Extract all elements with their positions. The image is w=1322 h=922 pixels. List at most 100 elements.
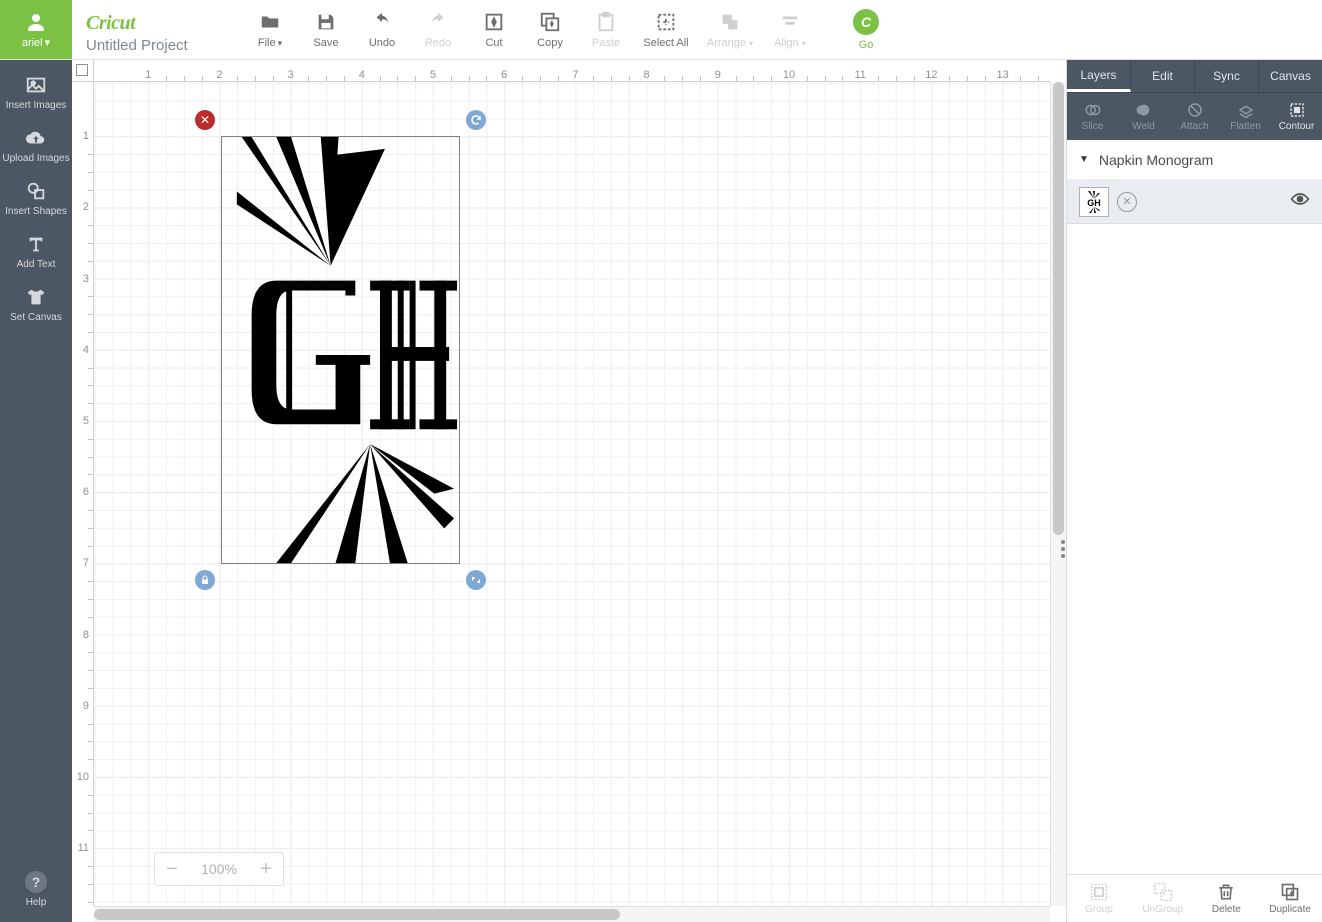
brand-logo: Cricut bbox=[86, 12, 228, 35]
scrollbar-thumb[interactable] bbox=[1053, 82, 1064, 535]
contour-button[interactable]: Contour bbox=[1271, 93, 1322, 140]
upload-images-button[interactable]: Upload Images bbox=[0, 119, 72, 172]
tab-layers[interactable]: Layers bbox=[1067, 60, 1131, 92]
brand-area: Cricut Untitled Project bbox=[72, 0, 242, 59]
layer-row[interactable]: GH ✕ bbox=[1067, 180, 1322, 224]
caret-down-icon: ▾ bbox=[749, 39, 753, 48]
ungroup-button[interactable]: UnGroup bbox=[1131, 875, 1195, 922]
zoom-control: − 100% + bbox=[154, 852, 284, 886]
attach-button[interactable]: Attach bbox=[1169, 93, 1220, 140]
redo-icon bbox=[427, 11, 449, 33]
scale-handle[interactable] bbox=[466, 570, 486, 590]
selection-bounds[interactable]: ✕ bbox=[221, 136, 460, 564]
delete-handle[interactable]: ✕ bbox=[195, 110, 215, 130]
contour-icon bbox=[1288, 101, 1306, 119]
weld-icon bbox=[1135, 101, 1153, 119]
group-icon bbox=[1089, 882, 1109, 902]
group-button[interactable]: Group bbox=[1067, 875, 1131, 922]
layer-group-name: Napkin Monogram bbox=[1099, 152, 1213, 168]
arrange-button[interactable]: Arrange ▾ bbox=[698, 0, 762, 60]
go-button[interactable]: C Go bbox=[838, 0, 894, 60]
rotate-icon bbox=[470, 114, 482, 126]
shapes-icon bbox=[25, 180, 47, 202]
help-button[interactable]: ? Help bbox=[0, 863, 72, 916]
flatten-button[interactable]: Flatten bbox=[1220, 93, 1271, 140]
undo-button[interactable]: Undo bbox=[354, 0, 410, 60]
work-area: 12345678910111213 123456789101112 bbox=[72, 60, 1066, 922]
file-button[interactable]: File▾ bbox=[242, 0, 298, 60]
layer-visibility-toggle[interactable] bbox=[1290, 192, 1310, 211]
insert-shapes-button[interactable]: Insert Shapes bbox=[0, 172, 72, 225]
panel-bottom-tools: Group UnGroup Delete Duplicate bbox=[1067, 874, 1322, 922]
user-menu[interactable]: ariel▾ bbox=[0, 0, 72, 59]
eye-icon bbox=[1290, 192, 1310, 206]
select-all-button[interactable]: Select All bbox=[634, 0, 698, 60]
monogram-artwork[interactable] bbox=[222, 137, 459, 563]
lock-icon bbox=[199, 574, 211, 586]
user-name-label: ariel bbox=[22, 37, 43, 49]
vertical-scrollbar[interactable] bbox=[1050, 82, 1066, 906]
project-title[interactable]: Untitled Project bbox=[86, 37, 228, 54]
caret-down-icon: ▼ bbox=[1079, 154, 1089, 165]
scrollbar-thumb[interactable] bbox=[94, 909, 620, 920]
paste-icon bbox=[595, 11, 617, 33]
weld-button[interactable]: Weld bbox=[1118, 93, 1169, 140]
rotate-handle[interactable] bbox=[466, 110, 486, 130]
ungroup-icon bbox=[1153, 882, 1173, 902]
zoom-value: 100% bbox=[201, 861, 237, 877]
align-button[interactable]: Align ▾ bbox=[762, 0, 818, 60]
delete-button[interactable]: Delete bbox=[1195, 875, 1259, 922]
cut-button[interactable]: Cut bbox=[466, 0, 522, 60]
left-sidebar: Insert Images Upload Images Insert Shape… bbox=[0, 60, 72, 922]
add-text-button[interactable]: Add Text bbox=[0, 225, 72, 278]
panel-resize-handle[interactable] bbox=[1059, 529, 1067, 569]
insert-images-button[interactable]: Insert Images bbox=[0, 66, 72, 119]
tab-edit[interactable]: Edit bbox=[1131, 60, 1195, 92]
resize-icon bbox=[470, 574, 482, 586]
top-toolbar: File▾ Save Undo Redo Cut Copy Paste Sel bbox=[242, 0, 894, 59]
app-header: ariel▾ Cricut Untitled Project File▾ Sav… bbox=[0, 0, 1322, 60]
caret-down-icon: ▾ bbox=[45, 36, 51, 49]
slice-icon bbox=[1084, 101, 1102, 119]
tab-sync[interactable]: Sync bbox=[1195, 60, 1259, 92]
zoom-out-button[interactable]: − bbox=[161, 858, 183, 880]
go-icon: C bbox=[853, 9, 879, 35]
image-icon bbox=[25, 74, 47, 96]
duplicate-icon bbox=[1280, 882, 1300, 902]
arrange-icon bbox=[719, 11, 741, 33]
right-panel: Layers Edit Sync Canvas Slice Weld Attac… bbox=[1066, 60, 1322, 922]
select-all-icon bbox=[655, 11, 677, 33]
lock-handle[interactable] bbox=[195, 570, 215, 590]
tshirt-icon bbox=[25, 286, 47, 308]
caret-down-icon: ▾ bbox=[802, 39, 806, 48]
zoom-in-button[interactable]: + bbox=[255, 858, 277, 880]
duplicate-button[interactable]: Duplicate bbox=[1258, 875, 1322, 922]
text-icon bbox=[25, 233, 47, 255]
layer-thumbnail: GH bbox=[1079, 187, 1109, 217]
cut-icon bbox=[483, 11, 505, 33]
user-icon bbox=[24, 10, 48, 34]
design-canvas[interactable]: ✕ − 100% + bbox=[94, 82, 1050, 906]
horizontal-scrollbar[interactable] bbox=[94, 906, 1050, 922]
close-icon: ✕ bbox=[200, 113, 210, 127]
paste-button[interactable]: Paste bbox=[578, 0, 634, 60]
caret-down-icon: ▾ bbox=[278, 38, 283, 48]
layer-group-header[interactable]: ▼ Napkin Monogram bbox=[1067, 140, 1322, 180]
folder-icon bbox=[259, 11, 281, 33]
save-button[interactable]: Save bbox=[298, 0, 354, 60]
layer-linetype-icon[interactable]: ✕ bbox=[1117, 192, 1137, 212]
copy-button[interactable]: Copy bbox=[522, 0, 578, 60]
copy-icon bbox=[539, 11, 561, 33]
slice-button[interactable]: Slice bbox=[1067, 93, 1118, 140]
save-icon bbox=[315, 11, 337, 33]
align-icon bbox=[779, 11, 801, 33]
cloud-upload-icon bbox=[25, 127, 47, 149]
ruler-origin[interactable] bbox=[72, 60, 94, 82]
panel-tabs: Layers Edit Sync Canvas bbox=[1067, 60, 1322, 92]
redo-button[interactable]: Redo bbox=[410, 0, 466, 60]
set-canvas-button[interactable]: Set Canvas bbox=[0, 278, 72, 331]
tab-canvas[interactable]: Canvas bbox=[1259, 60, 1322, 92]
undo-icon bbox=[371, 11, 393, 33]
flatten-icon bbox=[1237, 101, 1255, 119]
svg-text:GH: GH bbox=[1087, 198, 1101, 208]
